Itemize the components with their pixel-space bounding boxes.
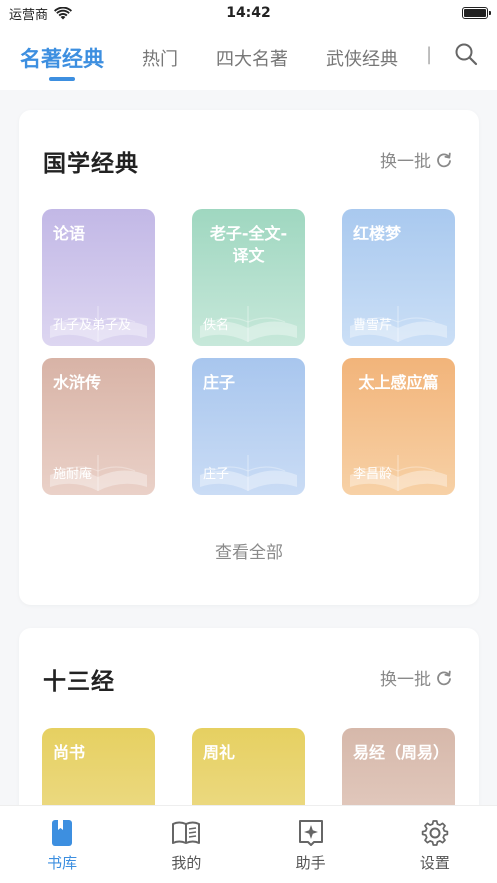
- bottom-tab-bar: 书库 我的 助手 设置: [0, 805, 497, 883]
- bottom-tab-label: 助手: [295, 854, 326, 872]
- tab-popular[interactable]: 热门: [142, 45, 178, 71]
- book-author: 李昌龄: [353, 467, 393, 482]
- tab-wuxia[interactable]: 武侠经典: [326, 45, 398, 71]
- book-title: 尚书: [53, 743, 86, 762]
- tab-overflow-indicator: |: [426, 44, 433, 65]
- book-card[interactable]: 红楼梦 曹雪芹: [342, 209, 455, 346]
- book-card[interactable]: 老子-全文-译文 佚名: [192, 209, 305, 346]
- book-title: 论语: [53, 224, 86, 243]
- bottom-tab-library[interactable]: 书库: [0, 806, 124, 883]
- carrier-label: 运营商: [9, 7, 49, 23]
- section-shisanjing: 十三经 换一批 尚书 周礼 易经（周易）: [19, 628, 479, 828]
- book-title: 庄子: [203, 373, 236, 392]
- sparkle-icon: [298, 820, 323, 846]
- book-card[interactable]: 太上感应篇 李昌龄: [342, 358, 455, 495]
- book-title: 红楼梦: [353, 224, 402, 243]
- gear-icon: [421, 820, 449, 846]
- tab-classics[interactable]: 名著经典: [20, 43, 104, 81]
- category-tabs: 名著经典 热门 四大名著 武侠经典 |: [0, 26, 497, 90]
- bottom-tab-settings[interactable]: 设置: [373, 806, 497, 883]
- bottom-tab-label: 设置: [419, 854, 450, 872]
- view-all-link[interactable]: 查看全部: [19, 538, 479, 563]
- bottom-tab-mine[interactable]: 我的: [124, 806, 248, 883]
- book-title: 易经（周易）: [353, 743, 450, 762]
- book-author: 佚名: [203, 318, 230, 333]
- refresh-icon: [437, 152, 451, 167]
- tab-four-classics[interactable]: 四大名著: [216, 45, 288, 71]
- section-guoxue: 国学经典 换一批 论语 孔子及弟子及 老子-全文-译文 佚名 红楼梦 曹雪芹 水…: [19, 110, 479, 605]
- book-author: 施耐庵: [53, 467, 93, 482]
- refresh-button[interactable]: 换一批: [380, 665, 453, 690]
- bookmark-book-icon: [52, 820, 73, 846]
- book-title: 周礼: [203, 743, 236, 762]
- status-time: 14:42: [226, 5, 271, 21]
- book-author: 曹雪芹: [353, 318, 393, 333]
- bottom-tab-label: 书库: [47, 854, 78, 872]
- book-card[interactable]: 论语 孔子及弟子及: [42, 209, 155, 346]
- status-bar: 运营商 14:42: [0, 0, 497, 26]
- refresh-label: 换一批: [380, 152, 431, 172]
- book-title: 老子-全文-译文: [209, 224, 288, 265]
- open-book-icon: [172, 821, 201, 844]
- status-left: 运营商: [9, 4, 73, 23]
- book-title: 水浒传: [53, 373, 102, 392]
- book-card[interactable]: 水浒传 施耐庵: [42, 358, 155, 495]
- refresh-button[interactable]: 换一批: [380, 147, 453, 172]
- section-title: 十三经: [43, 669, 115, 695]
- book-author: 孔子及弟子及: [53, 318, 132, 333]
- bottom-tab-assistant[interactable]: 助手: [249, 806, 373, 883]
- wifi-icon: [54, 6, 73, 19]
- book-title: 太上感应篇: [358, 373, 439, 392]
- bottom-tab-label: 我的: [171, 854, 202, 872]
- book-card[interactable]: 庄子 庄子: [192, 358, 305, 495]
- book-author: 庄子: [203, 467, 230, 482]
- refresh-label: 换一批: [380, 670, 431, 690]
- battery-icon: [462, 7, 491, 19]
- search-icon[interactable]: [453, 41, 479, 67]
- section-title: 国学经典: [43, 151, 139, 177]
- refresh-icon: [437, 670, 451, 685]
